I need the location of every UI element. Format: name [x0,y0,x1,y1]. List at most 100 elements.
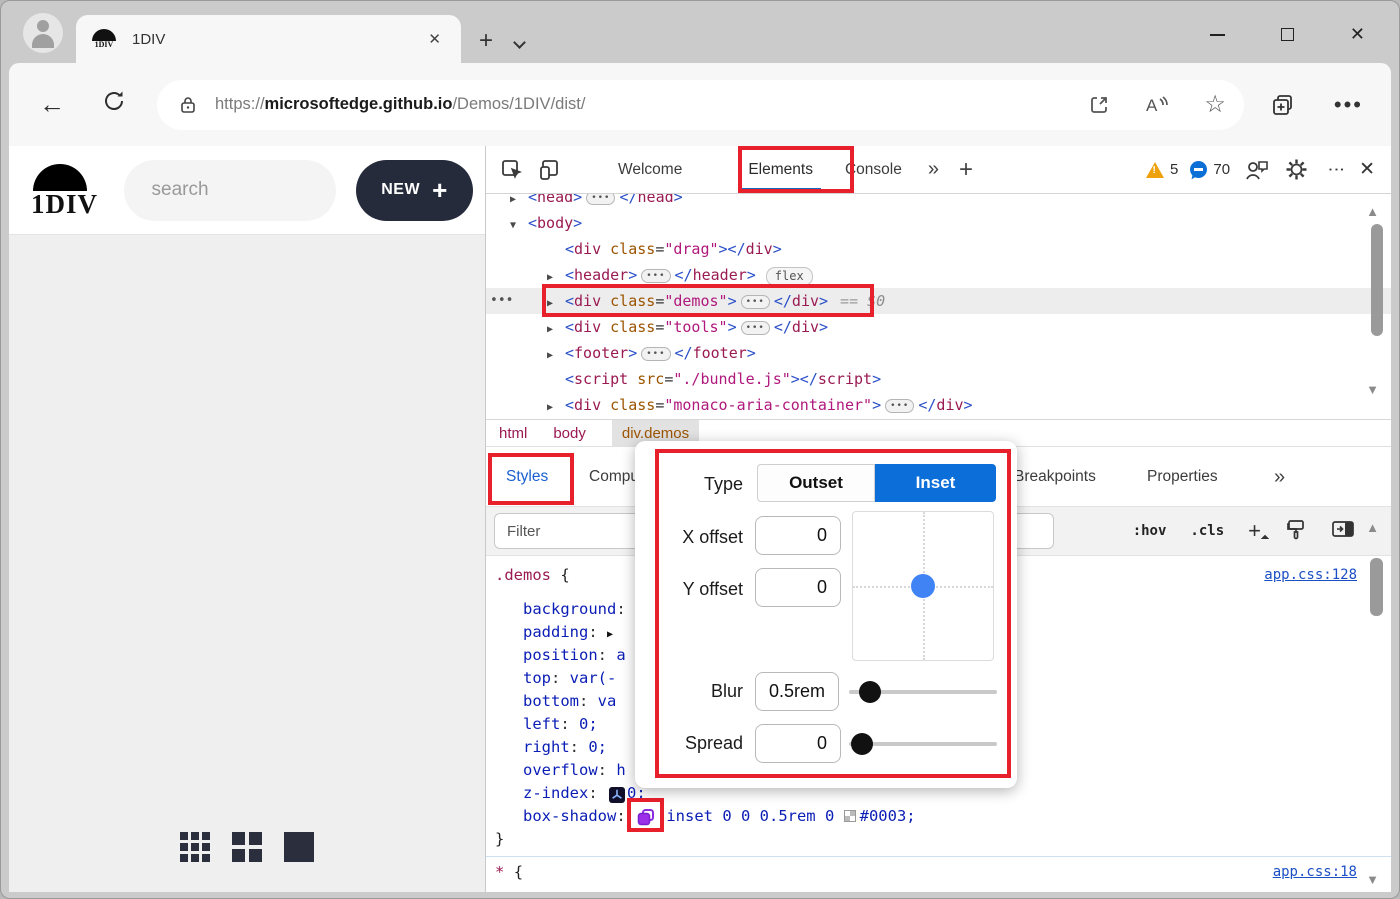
code-token-brk: > [746,344,756,362]
code-token-tag: div [936,396,964,414]
code-token-ell[interactable]: ••• [885,399,915,413]
spread-slider-knob[interactable] [851,733,873,755]
expand-arrow-icon[interactable]: ▶ [547,395,565,419]
favorite-star-icon[interactable]: ☆ [1204,90,1226,119]
url-text: https://microsoftedge.github.io/Demos/1D… [215,95,586,113]
read-aloud-icon[interactable]: A [1144,94,1170,116]
reload-button[interactable] [101,88,127,121]
styles-more-tabs-icon[interactable]: » [1274,447,1285,507]
inspect-element-icon[interactable] [500,158,524,182]
y-offset-label: Y offset [682,579,743,599]
code-token-plain: : [588,623,607,641]
pseudo-state-toggle[interactable]: :hov [1133,523,1167,539]
blur-slider-knob[interactable] [859,681,881,703]
devtools-menu-icon[interactable]: ⋮ [1327,161,1346,178]
grid-1x1-icon[interactable] [284,832,314,862]
device-toolbar-icon[interactable] [538,158,562,182]
dom-tree-node[interactable]: <div class="drag"></div> [486,236,1391,262]
window-close-button[interactable]: ✕ [1350,24,1365,45]
new-tab-button[interactable]: + [479,29,493,53]
y-offset-input[interactable]: 0 [755,568,841,607]
grid-3x3-icon[interactable] [180,832,210,862]
tab-styles[interactable]: Styles [506,447,548,507]
code-token-ell[interactable]: ••• [740,321,770,335]
outset-button[interactable]: Outset [757,464,875,502]
breadcrumb-body[interactable]: body [553,420,586,447]
code-token-prop: padding [523,623,589,641]
inset-button[interactable]: Inset [875,464,996,502]
devtools-settings-icon[interactable] [1284,157,1309,182]
css-source-link[interactable]: app.css:128 [1264,564,1357,587]
issues-counter[interactable]: 70 [1190,161,1230,178]
computed-sidebar-toggle-icon[interactable] [1331,518,1355,544]
class-toggle[interactable]: .cls [1190,523,1224,539]
shadow-editor-icon[interactable] [627,798,664,832]
breadcrumb-html[interactable]: html [499,420,527,447]
devtools-close-icon[interactable]: ✕ [1359,158,1375,181]
dom-tree-node[interactable]: ▶ <div class="tools"> ••• </div> [486,314,1391,340]
tab-console[interactable]: Console [829,146,918,194]
tab-properties[interactable]: Properties [1147,447,1218,507]
code-token-ell[interactable]: ••• [641,269,671,283]
back-button[interactable]: ← [39,89,65,120]
dom-tree-node[interactable]: ▶ <footer> ••• </footer> [486,340,1391,366]
color-swatch[interactable] [843,810,856,822]
offset-handle[interactable] [911,574,935,598]
offset-2d-pad[interactable] [852,511,994,661]
code-token-plain: : [597,761,617,779]
styles-scrollbar-thumb[interactable] [1370,558,1383,616]
3d-view-icon[interactable] [609,784,625,807]
code-token-ell[interactable]: ••• [586,194,616,205]
browser-tab[interactable]: 1DIV 1DIV ✕ [76,15,461,63]
css-rule-star[interactable]: * { app.css:18 [495,861,1391,884]
tab-welcome[interactable]: Welcome [602,146,698,194]
code-token-tag: head [537,194,574,206]
code-token-brk: < [565,266,575,284]
code-token-tag: div [791,318,820,336]
dom-tree-node[interactable]: <script src="./bundle.js"></script> [486,366,1391,392]
styles-scroll-up-icon[interactable]: ▲ [1366,520,1379,535]
tab-list-chevron-icon[interactable] [513,36,526,49]
dom-scroll-up-icon[interactable]: ▲ [1366,204,1379,219]
spread-input[interactable]: 0 [755,724,841,763]
profile-avatar-icon[interactable] [23,13,63,53]
code-token-expand: ▶ [607,629,614,640]
address-bar[interactable]: https://microsoftedge.github.io/Demos/1D… [157,79,1244,130]
dom-scroll-down-icon[interactable]: ▼ [1366,382,1379,397]
dom-tree-node[interactable]: ••• ▶ <div class="demos"> ••• </div> == $0 [486,284,1391,317]
tab-breakpoints[interactable]: Breakpoints [1014,447,1096,507]
code-token-pval: #0003; [859,807,916,825]
code-token-ell[interactable]: ••• [641,347,671,361]
code-token-brk: < [528,194,538,206]
tab-close-icon[interactable]: ✕ [422,28,447,50]
dom-scrollbar-thumb[interactable] [1371,224,1383,336]
styles-scroll-down-icon[interactable]: ▼ [1366,872,1379,887]
collections-icon[interactable] [1270,92,1296,118]
dom-tree-node[interactable]: ▶ <head> ••• </head> [486,194,1391,210]
window-maximize-button[interactable] [1280,28,1294,41]
dom-tree-node[interactable]: ▼ <body> [486,210,1391,236]
feedback-icon[interactable] [1244,158,1270,182]
x-offset-input[interactable]: 0 [755,516,841,555]
add-tab-icon[interactable]: + [959,156,973,184]
tab-strip: 1DIV 1DIV ✕ + ✕ [9,9,1391,63]
tab-elements[interactable]: Elements [732,146,829,194]
code-token-pval: h [616,761,626,779]
open-external-icon[interactable] [1088,94,1110,116]
new-design-button[interactable]: NEW + [355,159,473,221]
lock-icon[interactable] [179,95,197,115]
more-tabs-icon[interactable]: » [928,158,939,181]
css-source-link[interactable]: app.css:18 [1273,861,1357,884]
css-declaration[interactable]: box-shadow: inset 0 0 0.5rem 0 #0003; [523,798,1391,832]
window-minimize-button[interactable] [1209,33,1225,36]
new-style-rule-icon[interactable]: + [1248,518,1261,544]
blur-input[interactable]: 0.5rem [755,672,839,711]
warnings-counter[interactable]: 5 [1146,161,1178,178]
dom-tree-node[interactable]: ▶ <div class="monaco-aria-container"> ••• <… [486,392,1391,418]
code-token-tag: header [574,266,629,284]
search-input[interactable] [123,159,336,221]
node-menu-ellipsis[interactable]: ••• [490,288,513,314]
settings-menu-icon[interactable]: ••• [1334,92,1363,118]
grid-2x2-icon[interactable] [232,832,262,862]
paintbrush-icon[interactable] [1285,518,1307,544]
